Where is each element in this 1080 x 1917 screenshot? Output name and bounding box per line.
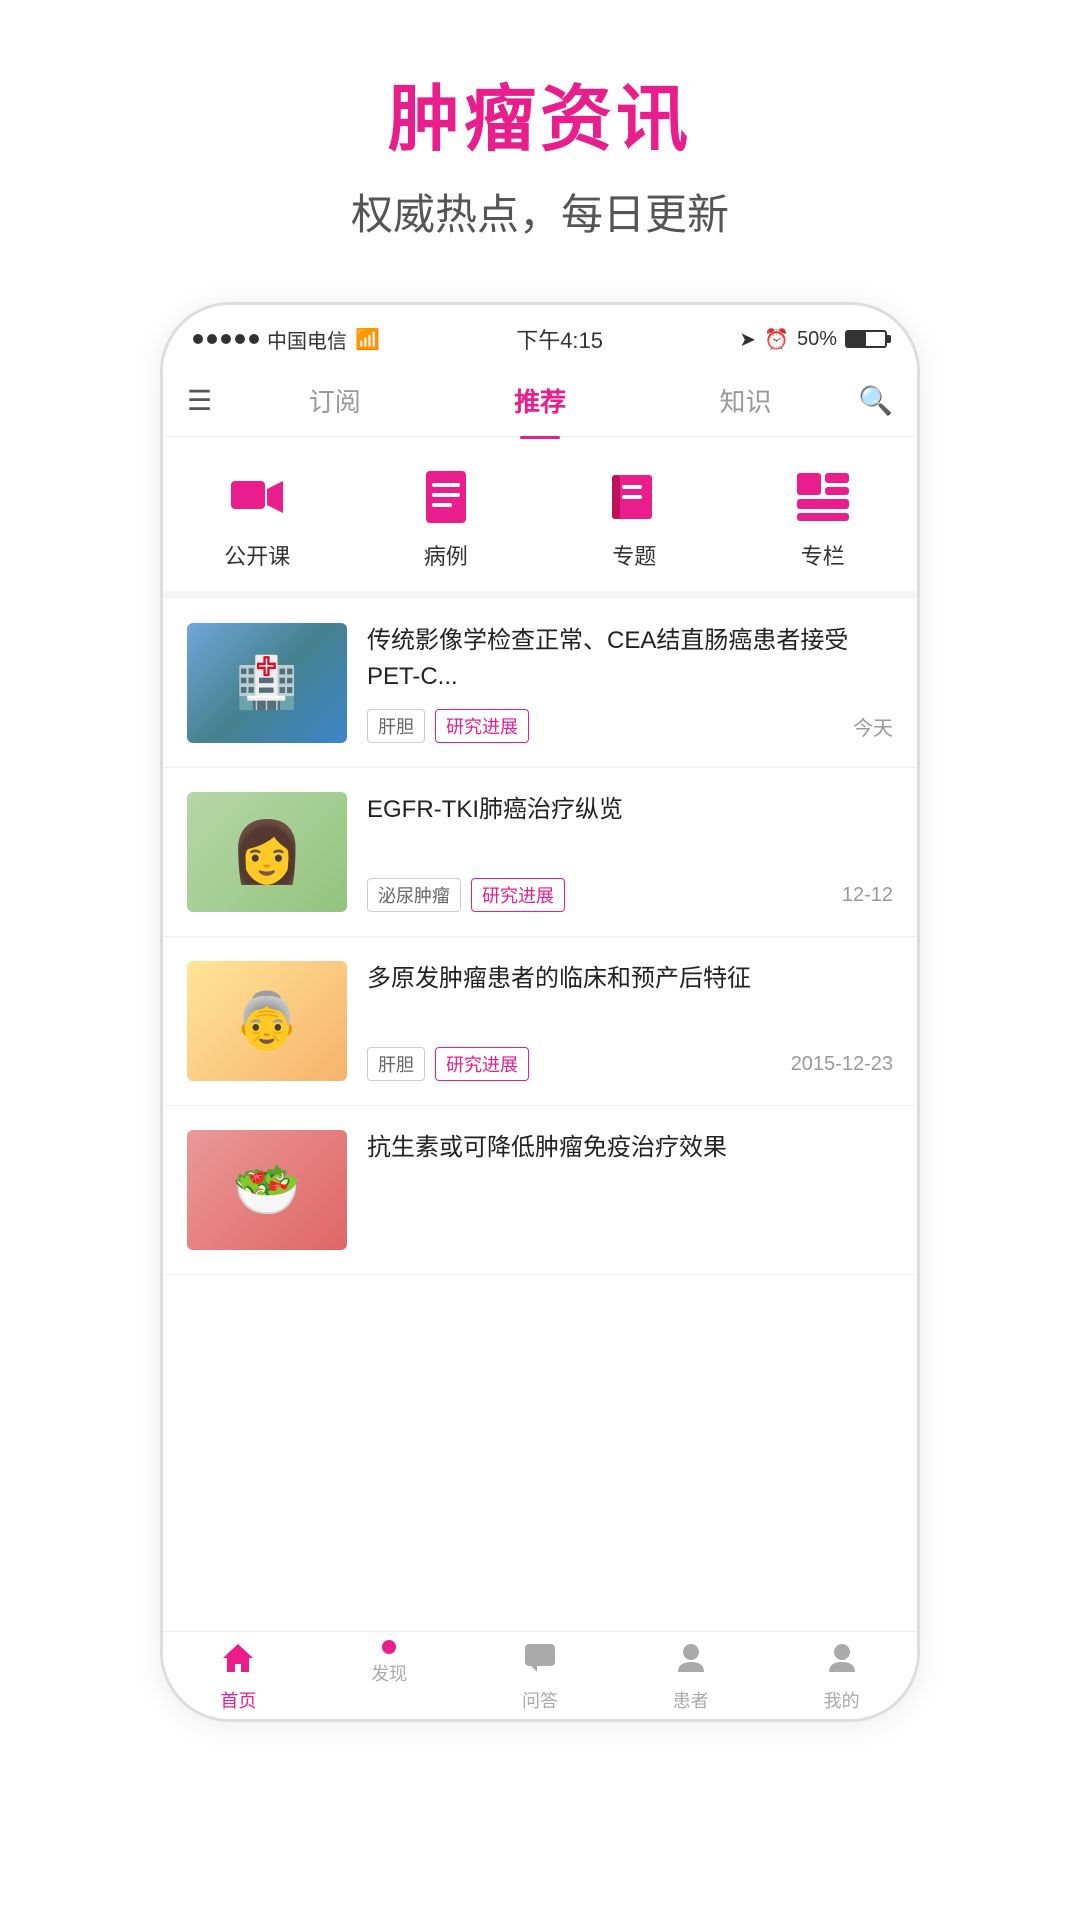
article-title-3: 多原发肿瘤患者的临床和预产后特征 [367, 961, 893, 997]
article-thumb-1 [187, 623, 347, 743]
open-course-label: 公开课 [224, 539, 290, 571]
topic-label: 专题 [612, 539, 656, 571]
patient-label: 患者 [673, 1687, 709, 1713]
phone-frame: 中国电信 📶 下午4:15 ➤ ⏰ 50% ☰ 订阅 推荐 知识 🔍 [160, 302, 920, 1722]
tab-subscribe[interactable]: 订阅 [232, 362, 437, 439]
location-icon: ➤ [739, 327, 756, 352]
article-thumb-3 [187, 961, 347, 1081]
tag-1-1: 研究进展 [435, 709, 529, 743]
tag-1-0: 肝胆 [367, 709, 425, 743]
battery-percent: 50% [797, 328, 837, 351]
column-label: 专栏 [801, 539, 845, 571]
status-right: ➤ ⏰ 50% [739, 327, 887, 352]
article-title-4: 抗生素或可降低肿瘤免疫治疗效果 [367, 1130, 893, 1166]
tag-3-0: 肝胆 [367, 1047, 425, 1081]
qa-label: 问答 [522, 1687, 558, 1713]
article-date-1: 今天 [853, 712, 893, 741]
article-content-4: 抗生素或可降低肿瘤免疫治疗效果 [367, 1130, 893, 1250]
discover-icon [382, 1642, 396, 1656]
battery-bar [845, 330, 887, 348]
article-content-3: 多原发肿瘤患者的临床和预产后特征 肝胆 研究进展 2015-12-23 [367, 961, 893, 1081]
case-label: 病例 [424, 539, 468, 571]
article-item[interactable]: 传统影像学检查正常、CEA结直肠癌患者接受PET-C... 肝胆 研究进展 今天 [163, 599, 917, 768]
mine-label: 我的 [824, 1687, 860, 1713]
article-meta-1: 肝胆 研究进展 今天 [367, 709, 893, 743]
article-title-2: EGFR-TKI肺癌治疗纵览 [367, 792, 893, 828]
search-icon[interactable]: 🔍 [858, 384, 893, 417]
bottom-nav-qa[interactable]: 问答 [465, 1642, 616, 1713]
menu-icon[interactable]: ☰ [187, 384, 212, 417]
article-content-2: EGFR-TKI肺癌治疗纵览 泌尿肿瘤 研究进展 12-12 [367, 792, 893, 912]
cat-topic[interactable]: 专题 [540, 467, 729, 571]
case-icon [411, 467, 481, 527]
nav-tabs: ☰ 订阅 推荐 知识 🔍 [163, 365, 917, 437]
open-course-icon [222, 467, 292, 527]
article-date-2: 12-12 [842, 884, 893, 907]
discover-dot [382, 1640, 396, 1654]
tag-3-1: 研究进展 [435, 1047, 529, 1081]
article-item[interactable]: 抗生素或可降低肿瘤免疫治疗效果 [163, 1106, 917, 1275]
cat-open-course[interactable]: 公开课 [163, 467, 352, 571]
article-thumb-2 [187, 792, 347, 912]
bottom-nav-mine[interactable]: 我的 [766, 1642, 917, 1713]
time-label: 下午4:15 [516, 323, 603, 355]
article-title-1: 传统影像学检查正常、CEA结直肠癌患者接受PET-C... [367, 623, 893, 695]
article-list: 传统影像学检查正常、CEA结直肠癌患者接受PET-C... 肝胆 研究进展 今天… [163, 599, 917, 1631]
page-header: 肿瘤资讯 权威热点，每日更新 [351, 0, 729, 272]
article-meta-3: 肝胆 研究进展 2015-12-23 [367, 1047, 893, 1081]
bottom-nav-discover[interactable]: 发现 [314, 1642, 465, 1713]
discover-label: 发现 [371, 1660, 407, 1686]
carrier-label: 中国电信 [267, 325, 347, 354]
article-item[interactable]: EGFR-TKI肺癌治疗纵览 泌尿肿瘤 研究进展 12-12 [163, 768, 917, 937]
tab-knowledge[interactable]: 知识 [643, 362, 848, 439]
wifi-icon: 📶 [355, 327, 380, 352]
column-icon [788, 467, 858, 527]
categories: 公开课 病例 [163, 437, 917, 599]
mine-icon [825, 1642, 859, 1683]
signal-dots [193, 334, 259, 344]
home-icon [221, 1642, 255, 1683]
tab-recommend[interactable]: 推荐 [437, 362, 642, 439]
clock-icon: ⏰ [764, 327, 789, 352]
article-meta-2: 泌尿肿瘤 研究进展 12-12 [367, 878, 893, 912]
bottom-nav-patient[interactable]: 患者 [615, 1642, 766, 1713]
topic-icon [599, 467, 669, 527]
qa-icon [523, 1642, 557, 1683]
page-subtitle: 权威热点，每日更新 [351, 181, 729, 242]
article-thumb-4 [187, 1130, 347, 1250]
tag-2-0: 泌尿肿瘤 [367, 878, 461, 912]
home-label: 首页 [220, 1687, 256, 1713]
page-title: 肿瘤资讯 [351, 60, 729, 165]
bottom-nav-home[interactable]: 首页 [163, 1642, 314, 1713]
article-content-1: 传统影像学检查正常、CEA结直肠癌患者接受PET-C... 肝胆 研究进展 今天 [367, 623, 893, 743]
tag-2-1: 研究进展 [471, 878, 565, 912]
status-left: 中国电信 📶 [193, 325, 380, 354]
bottom-nav: 首页 发现 问答 患者 [163, 1631, 917, 1719]
battery-fill [847, 332, 866, 346]
article-date-3: 2015-12-23 [791, 1053, 893, 1076]
patient-icon [674, 1642, 708, 1683]
cat-case[interactable]: 病例 [352, 467, 541, 571]
status-bar: 中国电信 📶 下午4:15 ➤ ⏰ 50% [163, 305, 917, 365]
article-item[interactable]: 多原发肿瘤患者的临床和预产后特征 肝胆 研究进展 2015-12-23 [163, 937, 917, 1106]
cat-column[interactable]: 专栏 [729, 467, 918, 571]
